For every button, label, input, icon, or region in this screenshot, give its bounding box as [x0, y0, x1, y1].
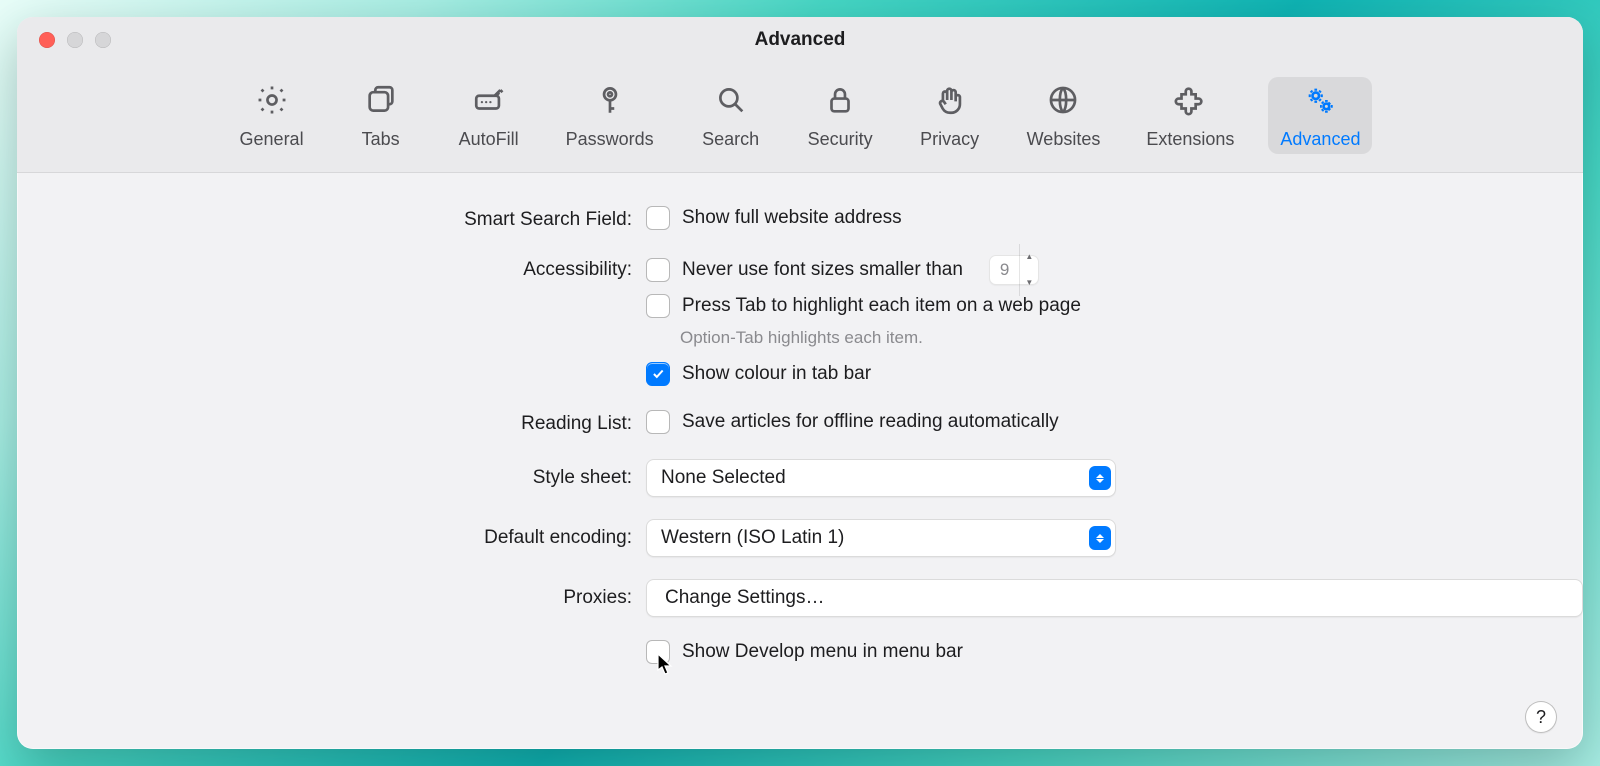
popup-value: None Selected — [661, 467, 786, 489]
show-full-address-checkbox[interactable]: Show full website address — [646, 205, 1583, 231]
checkbox-icon — [646, 640, 670, 664]
zoom-window-button[interactable] — [95, 32, 111, 48]
tabs-icon — [364, 83, 398, 123]
lock-icon — [823, 83, 857, 123]
reading-list-label: Reading List: — [17, 409, 646, 437]
checkbox-icon — [646, 258, 670, 282]
smart-search-label: Smart Search Field: — [17, 205, 646, 233]
globe-icon — [1046, 83, 1080, 123]
default-encoding-popup[interactable]: Western (ISO Latin 1) — [646, 519, 1116, 557]
tab-label: Tabs — [362, 129, 400, 150]
tab-privacy[interactable]: Privacy — [907, 77, 993, 154]
checkbox-icon — [646, 294, 670, 318]
help-label: ? — [1536, 707, 1546, 728]
key-icon — [593, 83, 627, 123]
press-tab-hint: Option-Tab highlights each item. — [680, 327, 1583, 349]
style-sheet-label: Style sheet: — [17, 459, 646, 491]
preferences-window: Advanced General Tabs AutoFill Passwords — [17, 17, 1583, 749]
button-label: Change Settings… — [665, 587, 825, 609]
tab-label: Websites — [1027, 129, 1101, 150]
tab-label: AutoFill — [459, 129, 519, 150]
tab-label: Security — [808, 129, 873, 150]
default-encoding-label: Default encoding: — [17, 519, 646, 551]
hand-icon — [933, 83, 967, 123]
advanced-pane: Smart Search Field: Show full website ad… — [17, 173, 1583, 749]
tab-general[interactable]: General — [228, 77, 316, 154]
window-controls — [39, 32, 111, 48]
tab-tabs[interactable]: Tabs — [338, 77, 424, 154]
tab-search[interactable]: Search — [688, 77, 774, 154]
tab-label: Privacy — [920, 129, 979, 150]
min-font-size-stepper[interactable]: 9 ▲▼ — [989, 255, 1039, 285]
show-develop-menu-checkbox[interactable]: Show Develop menu in menu bar — [646, 639, 1583, 665]
stepper-value: 9 — [990, 257, 1019, 283]
tab-label: Search — [702, 129, 759, 150]
titlebar: Advanced — [17, 17, 1583, 63]
press-tab-checkbox[interactable]: Press Tab to highlight each item on a we… — [646, 293, 1583, 319]
tab-label: Advanced — [1280, 129, 1360, 150]
gear-icon — [255, 83, 289, 123]
spacer — [17, 639, 646, 641]
popup-knob-icon — [1089, 526, 1111, 550]
tab-advanced[interactable]: Advanced — [1268, 77, 1372, 154]
tab-security[interactable]: Security — [796, 77, 885, 154]
puzzle-icon — [1173, 83, 1207, 123]
tab-label: General — [240, 129, 304, 150]
checkbox-label: Show colour in tab bar — [682, 361, 871, 387]
accessibility-label: Accessibility: — [17, 255, 646, 283]
proxies-label: Proxies: — [17, 579, 646, 611]
checkbox-icon — [646, 362, 670, 386]
style-sheet-popup[interactable]: None Selected — [646, 459, 1116, 497]
minimize-window-button[interactable] — [67, 32, 83, 48]
save-offline-checkbox[interactable]: Save articles for offline reading automa… — [646, 409, 1583, 435]
preferences-toolbar: General Tabs AutoFill Passwords Search — [17, 63, 1583, 173]
checkbox-icon — [646, 410, 670, 434]
change-proxy-settings-button[interactable]: Change Settings… — [646, 579, 1583, 617]
checkbox-label: Press Tab to highlight each item on a we… — [682, 293, 1081, 319]
stepper-arrows: ▲▼ — [1019, 244, 1038, 296]
close-window-button[interactable] — [39, 32, 55, 48]
autofill-icon — [472, 83, 506, 123]
help-button[interactable]: ? — [1525, 701, 1557, 733]
tab-autofill[interactable]: AutoFill — [446, 77, 532, 154]
checkbox-icon — [646, 206, 670, 230]
popup-knob-icon — [1089, 466, 1111, 490]
gears-icon — [1303, 83, 1337, 123]
tab-passwords[interactable]: Passwords — [554, 77, 666, 154]
tab-websites[interactable]: Websites — [1015, 77, 1113, 154]
checkbox-label: Never use font sizes smaller than — [682, 257, 963, 283]
checkbox-label: Show Develop menu in menu bar — [682, 639, 963, 665]
min-font-size-checkbox[interactable]: Never use font sizes smaller than — [646, 257, 963, 283]
window-title: Advanced — [17, 29, 1583, 51]
tab-label: Passwords — [566, 129, 654, 150]
tab-label: Extensions — [1146, 129, 1234, 150]
tab-extensions[interactable]: Extensions — [1134, 77, 1246, 154]
search-icon — [714, 83, 748, 123]
popup-value: Western (ISO Latin 1) — [661, 527, 844, 549]
show-colour-tab-bar-checkbox[interactable]: Show colour in tab bar — [646, 361, 1583, 387]
checkbox-label: Show full website address — [682, 205, 902, 231]
checkbox-label: Save articles for offline reading automa… — [682, 409, 1059, 435]
